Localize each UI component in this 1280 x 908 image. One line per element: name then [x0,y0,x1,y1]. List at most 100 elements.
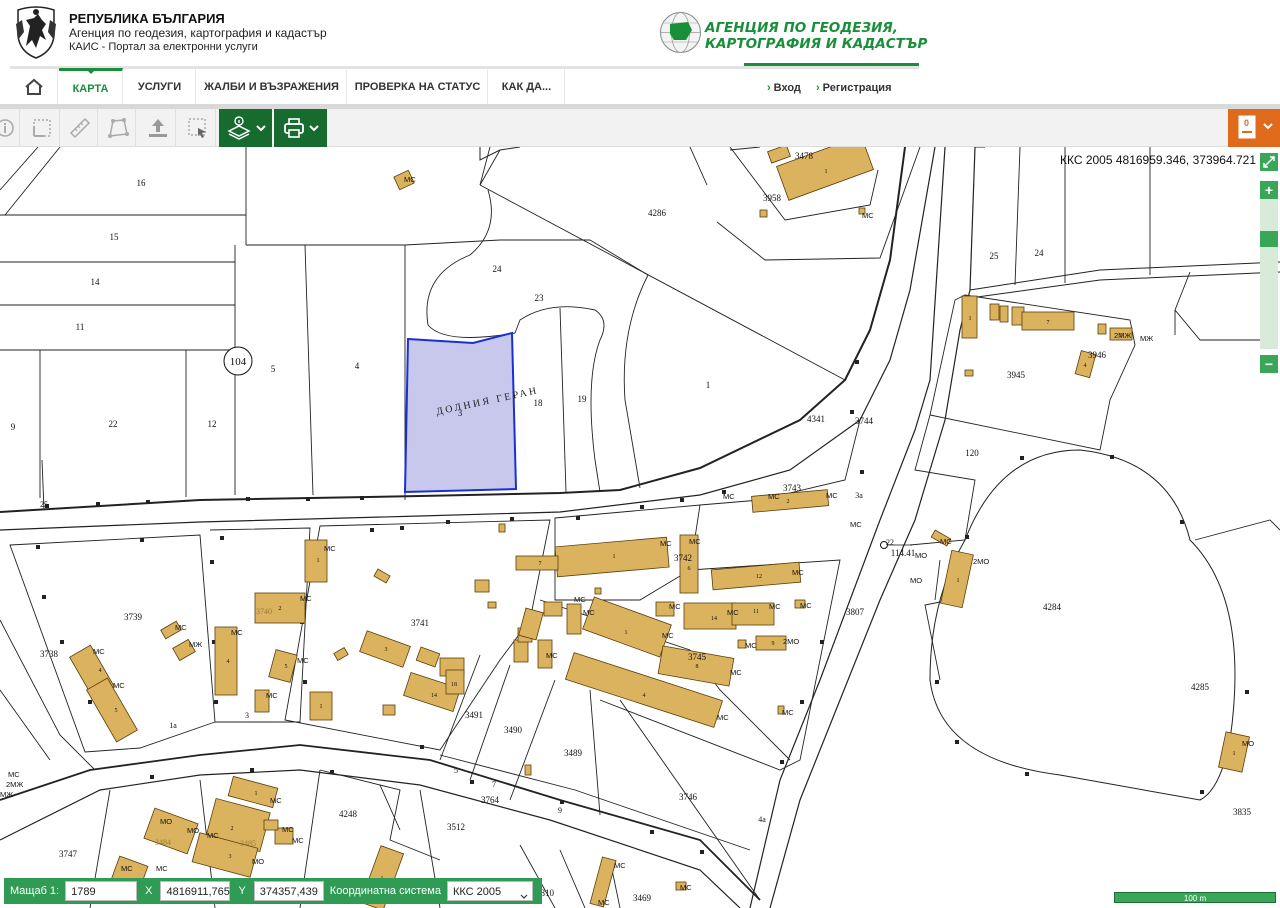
tab-map[interactable]: КАРТА [59,68,123,106]
tab-complaints-label: ЖАЛБИ И ВЪЗРАЖЕНИЯ [204,81,339,93]
svg-text:3764: 3764 [481,795,500,805]
svg-text:МС: МС [574,595,586,604]
svg-text:2: 2 [231,826,234,832]
zoom-in-button[interactable]: + [1260,181,1278,199]
svg-text:1: 1 [613,554,616,560]
svg-text:3738: 3738 [40,649,59,659]
svg-text:МО: МО [252,857,264,866]
svg-text:МС: МС [850,520,862,529]
svg-text:3489: 3489 [564,748,583,758]
coordinate-system-label: Координатна система [329,885,441,897]
zoom-slider-thumb[interactable] [1260,231,1278,247]
svg-text:3490: 3490 [504,725,523,735]
register-label: Регистрация [822,82,892,94]
svg-text:5: 5 [454,766,458,775]
svg-text:МС: МС [768,492,780,501]
svg-text:3478: 3478 [795,151,814,161]
info-tool-button[interactable] [0,109,20,147]
zoom-out-button[interactable]: − [1260,355,1278,373]
svg-text:4341: 4341 [807,414,825,424]
svg-text:МС: МС [266,691,278,700]
coordinate-system-select[interactable]: ККС 2005 [446,881,533,901]
tab-complaints[interactable]: ЖАЛБИ И ВЪЗРАЖЕНИЯ [197,68,347,106]
svg-text:МС: МС [730,668,742,677]
svg-text:2МО: 2МО [783,637,799,646]
svg-text:4: 4 [643,693,646,699]
portal-subtitle: КАИС - Портал за електронни услуги [69,41,258,53]
login-link[interactable]: › Вход [767,82,801,94]
svg-text:4: 4 [99,668,102,674]
svg-text:3743: 3743 [783,483,802,493]
main-nav: КАРТА УСЛУГИ ЖАЛБИ И ВЪЗРАЖЕНИЯ ПРОВЕРКА… [10,66,1280,106]
document-cart-icon [1238,115,1273,139]
cart-button[interactable]: 0 [1228,109,1280,147]
svg-text:5: 5 [271,364,276,374]
coordinate-readout: ККС 2005 4816959.346, 373964.721 [1059,153,1256,167]
x-coordinate-field[interactable]: 4816911,765 [160,881,231,901]
svg-text:3: 3 [229,854,232,860]
svg-text:1: 1 [320,704,323,710]
svg-text:1: 1 [255,791,258,797]
ruler-button[interactable] [62,109,98,147]
chevron-down-icon [308,125,319,132]
svg-text:3747: 3747 [59,849,78,859]
tab-services-label: УСЛУГИ [137,81,182,93]
layers-button[interactable] [219,109,272,147]
svg-text:3469: 3469 [633,893,652,903]
svg-text:25: 25 [990,251,1000,261]
active-tab-arrow [84,68,97,74]
scale-input[interactable]: 1789 [65,881,138,901]
svg-text:МО: МО [910,576,922,585]
svg-text:3958: 3958 [763,193,782,203]
svg-text:4286: 4286 [648,208,667,218]
svg-text:3491: 3491 [465,710,483,720]
svg-text:3945: 3945 [1007,370,1026,380]
header: РЕПУБЛИКА БЪЛГАРИЯ Агенция по геодезия, … [0,0,1280,68]
svg-text:3741: 3741 [411,618,429,628]
map-canvas[interactable]: 161514 119 22 125 4 242318 1913 4286347839… [0,147,1280,908]
polygon-icon [107,118,129,138]
svg-text:4: 4 [1084,363,1087,369]
svg-text:МС: МС [745,641,757,650]
svg-text:3а: 3а [855,491,863,500]
svg-text:2МЖ: 2МЖ [1114,331,1131,340]
svg-text:МС: МС [940,537,952,546]
svg-text:14: 14 [711,616,717,622]
fullscreen-button[interactable] [1260,153,1278,171]
measure-area-icon [32,119,51,137]
svg-text:4284: 4284 [1043,602,1062,612]
map-toolbar [0,109,1280,147]
svg-text:МС: МС [723,492,735,501]
svg-text:9: 9 [558,806,562,815]
tab-how-to[interactable]: КАК ДА... [489,68,565,106]
home-button[interactable] [10,68,58,106]
svg-text:1: 1 [969,316,972,322]
cadastral-map[interactable]: 16 15 14 11 9 22 12 5 4 24 23 18 19 1 3 4286 3478 39… [0,147,1280,908]
chevron-right-icon: › [816,82,820,94]
upload-button[interactable] [140,109,176,147]
zoom-control: + − [1258,147,1280,377]
tab-status-check[interactable]: ПРОВЕРКА НА СТАТУС [348,68,488,106]
tab-services[interactable]: УСЛУГИ [124,68,196,106]
svg-text:МС: МС [300,594,312,603]
svg-text:3946: 3946 [1088,350,1107,360]
svg-text:114.41: 114.41 [891,548,915,558]
svg-text:3740: 3740 [256,607,272,616]
svg-text:МС: МС [583,608,595,617]
svg-text:МС: МС [292,836,304,845]
svg-text:5: 5 [115,708,118,714]
y-coordinate-field[interactable]: 374357,439 [253,881,324,901]
status-bar: Мащаб 1: 1789 X 4816911,765 Y 374357,439… [4,878,542,904]
svg-text:22: 22 [109,419,118,429]
zoom-slider-track[interactable] [1260,199,1278,349]
agency-subtitle: Агенция по геодезия, картография и кадас… [69,26,327,40]
register-link[interactable]: › Регистрация [816,82,891,94]
svg-text:1: 1 [706,380,711,390]
print-button[interactable] [274,109,327,147]
x-label: X [145,885,153,897]
svg-text:2: 2 [787,499,790,505]
polygon-button[interactable] [100,109,136,147]
measure-area-button[interactable] [24,109,60,147]
select-area-button[interactable] [180,109,216,147]
svg-text:19: 19 [578,394,588,404]
